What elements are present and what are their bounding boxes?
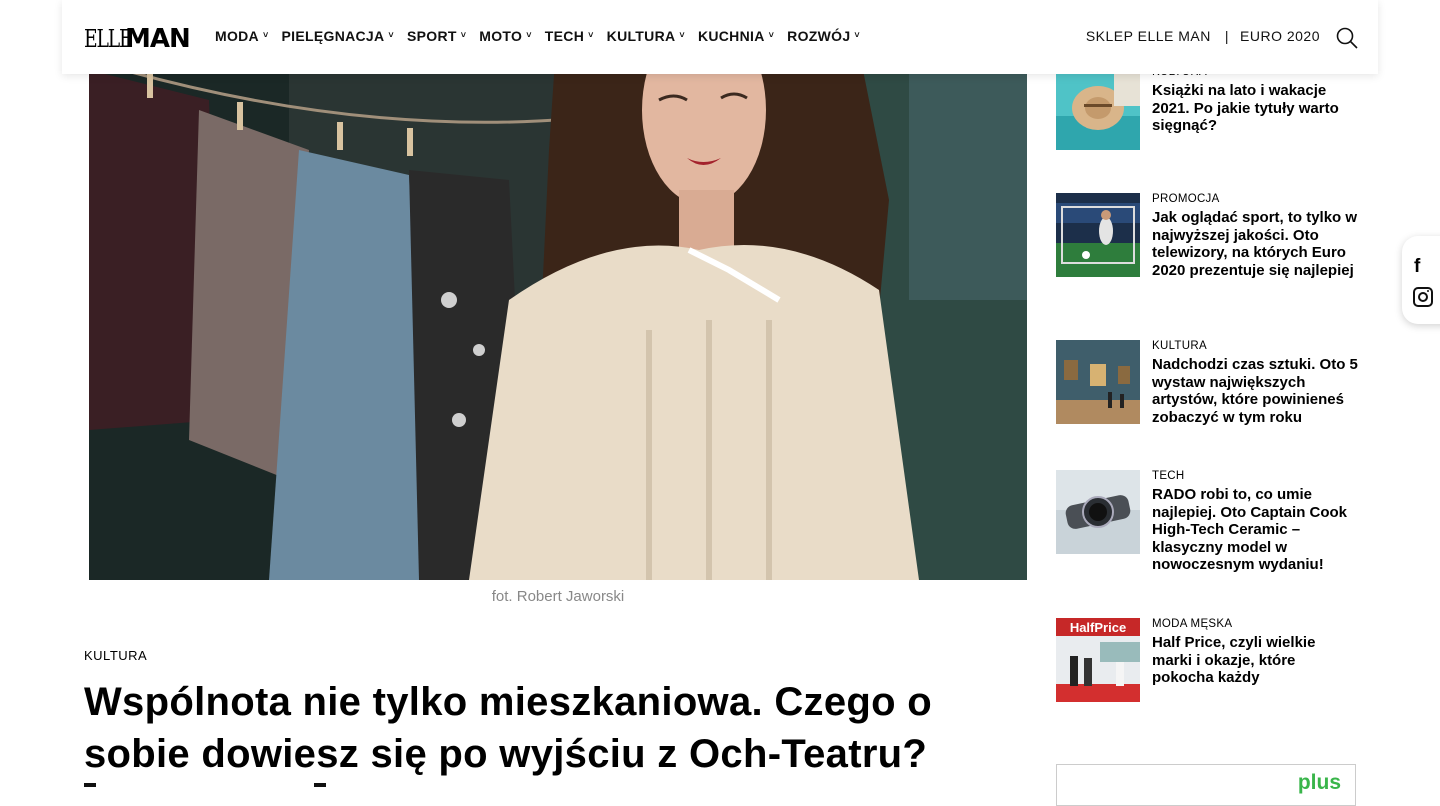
byline-fragment: [314, 783, 326, 787]
sidebar-article-category: MODA MĘSKA: [1152, 618, 1233, 630]
nav-item-kultura[interactable]: KULTURA ˅: [607, 28, 685, 44]
nav-label: ROZWÓJ: [787, 28, 851, 44]
sidebar-article-category: TECH: [1152, 470, 1185, 482]
nav-label: TECH: [544, 28, 585, 44]
sidebar-article-halfprice[interactable]: HalfPrice MODA MĘSKA Half Price, czyli w…: [1056, 618, 1356, 708]
sidebar-article-text: KULTURA Nadchodzi czas sztuki. Oto 5 wys…: [1152, 340, 1358, 426]
chevron-down-icon: ˅: [526, 30, 532, 40]
sidebar-article-category: KULTURA: [1152, 340, 1207, 352]
sidebar-article-tv[interactable]: PROMOCJA Jak oglądać sport, to tylko w n…: [1056, 193, 1358, 303]
nav-label: PIELĘGNACJA: [281, 28, 385, 44]
sidebar-article-text: PROMOCJA Jak oglądać sport, to tylko w n…: [1152, 193, 1358, 279]
article-thumbnail[interactable]: [1056, 66, 1140, 150]
nav-label: KUCHNIA: [697, 28, 765, 44]
article-hero-photo: [89, 0, 1027, 580]
halfprice-logo-text: HalfPrice: [1070, 620, 1126, 635]
main-nav: MODA ˅ PIELĘGNACJA ˅ SPORT ˅ MOTO ˅ TECH…: [215, 28, 873, 44]
article-title: Wspólnota nie tylko mieszkaniowa. Czego …: [84, 680, 932, 776]
site-header: ELLE MAN MODA ˅ PIELĘGNACJA ˅ SPORT ˅ MO…: [62, 0, 1378, 74]
article-thumbnail[interactable]: [1056, 340, 1140, 424]
facebook-icon[interactable]: f: [1414, 256, 1420, 278]
sidebar-article-text: MODA MĘSKA Half Price, czyli wielkie mar…: [1152, 618, 1358, 687]
nav-item-moto[interactable]: MOTO ˅: [479, 28, 532, 44]
search-icon[interactable]: [1336, 27, 1358, 49]
photo-caption: fot. Robert Jaworski: [491, 588, 625, 605]
chevron-down-icon: ˅: [854, 30, 860, 40]
social-share-bar: f: [1402, 236, 1440, 324]
sidebar-article-text: TECH RADO robi to, co umie najlepiej. Ot…: [1152, 470, 1358, 574]
chevron-down-icon: ˅: [588, 30, 594, 40]
nav-item-rozwoj[interactable]: ROZWÓJ ˅: [787, 28, 860, 44]
shop-link[interactable]: SKLEP ELLE MAN: [1086, 28, 1211, 44]
nav-label: SPORT: [406, 28, 457, 44]
logo-man-text: MAN: [125, 24, 191, 54]
article-category[interactable]: KULTURA: [84, 648, 147, 663]
sidebar-article-category: PROMOCJA: [1152, 193, 1220, 205]
chevron-down-icon: ˅: [768, 30, 775, 40]
chevron-down-icon: ˅: [262, 30, 269, 40]
plus-brand-logo: plus: [1297, 771, 1341, 794]
sidebar-article-exhibitions[interactable]: KULTURA Nadchodzi czas sztuki. Oto 5 wys…: [1056, 340, 1358, 430]
chevron-down-icon: ˅: [388, 30, 394, 40]
sidebar-article-rado[interactable]: TECH RADO robi to, co umie najlepiej. Ot…: [1056, 470, 1356, 580]
sidebar-article-title[interactable]: Nadchodzi czas sztuki. Oto 5 wystaw najw…: [1152, 356, 1358, 426]
nav-label: MOTO: [479, 28, 523, 44]
article-thumbnail[interactable]: HalfPrice: [1056, 618, 1140, 702]
sidebar-article-title[interactable]: Jak oglądać sport, to tylko w najwyższej…: [1152, 209, 1358, 279]
elleman-logo[interactable]: ELLE MAN: [84, 24, 191, 54]
sidebar-article-title[interactable]: RADO robi to, co umie najlepiej. Oto Cap…: [1152, 486, 1358, 574]
sidebar-article-title[interactable]: Half Price, czyli wielkie marki i okazje…: [1152, 634, 1358, 687]
nav-item-moda[interactable]: MODA ˅: [215, 28, 269, 44]
nav-item-pielegnacja[interactable]: PIELĘGNACJA ˅: [282, 28, 394, 44]
logo-elle-text: ELLE: [84, 25, 133, 53]
chevron-down-icon: ˅: [679, 30, 685, 40]
nav-item-tech[interactable]: TECH ˅: [545, 28, 594, 44]
advertisement-banner[interactable]: plus: [1056, 764, 1356, 806]
instagram-icon[interactable]: [1413, 287, 1433, 307]
article-thumbnail[interactable]: [1056, 470, 1140, 554]
sidebar-article-books[interactable]: KULTURA Książki na lato i wakacje 2021. …: [1056, 66, 1356, 156]
nav-label: MODA: [215, 28, 259, 44]
article-thumbnail[interactable]: [1056, 193, 1140, 277]
byline-fragment: [84, 783, 96, 787]
sidebar-article-title[interactable]: Książki na lato i wakacje 2021. Po jakie…: [1152, 82, 1358, 135]
header-links: SKLEP ELLE MAN | EURO 2020: [1086, 28, 1320, 44]
nav-item-kuchnia[interactable]: KUCHNIA ˅: [698, 28, 774, 44]
nav-label: KULTURA: [606, 28, 676, 44]
header-separator: |: [1224, 28, 1230, 44]
euro-2020-link[interactable]: EURO 2020: [1240, 28, 1320, 44]
chevron-down-icon: ˅: [460, 30, 467, 40]
sidebar-article-text: KULTURA Książki na lato i wakacje 2021. …: [1152, 66, 1358, 135]
nav-item-sport[interactable]: SPORT ˅: [407, 28, 466, 44]
